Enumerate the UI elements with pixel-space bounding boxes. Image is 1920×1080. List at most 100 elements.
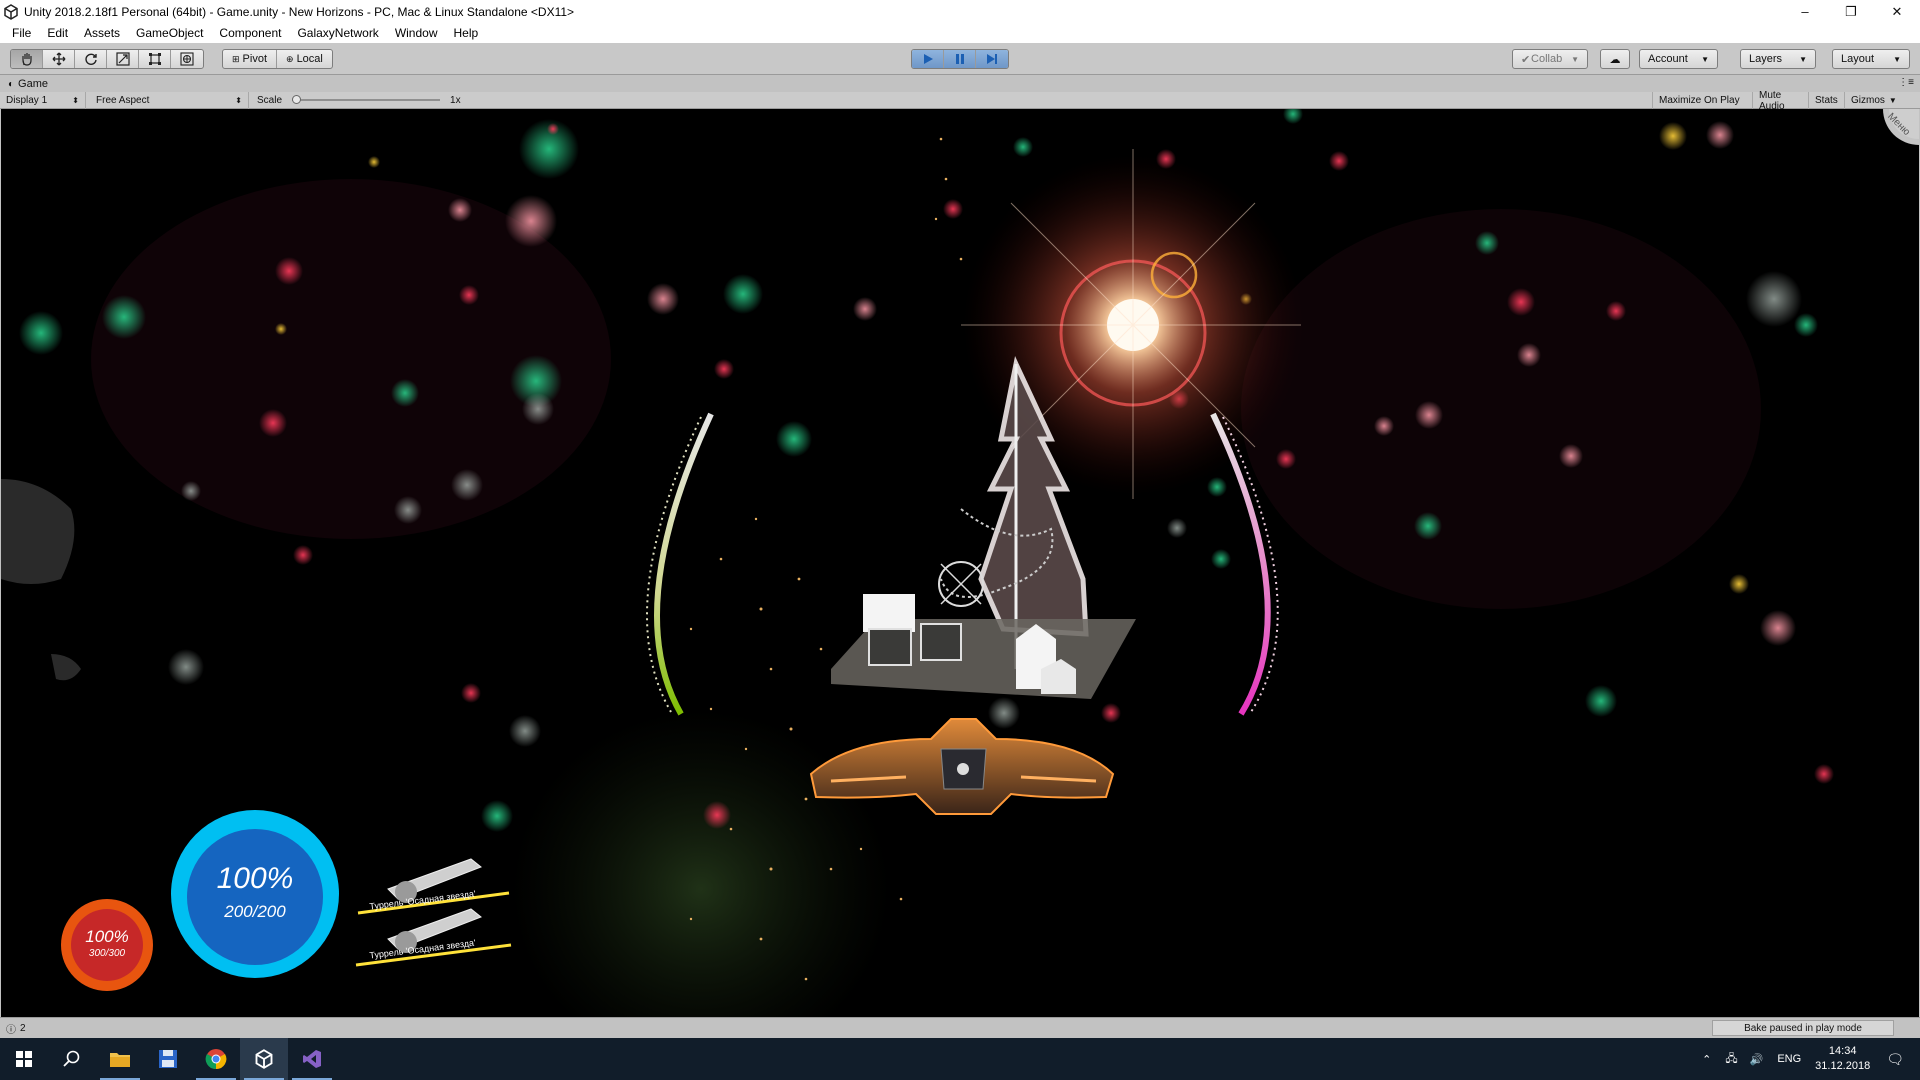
transform-tools	[10, 49, 204, 69]
taskbar-file-explorer[interactable]	[96, 1038, 144, 1080]
menu-gameobject[interactable]: GameObject	[128, 26, 211, 40]
cloud-icon: ☁	[1609, 53, 1621, 66]
gizmos-dropdown[interactable]: Gizmos ▼	[1844, 92, 1920, 109]
energy-gauge-left	[654, 412, 714, 716]
move-tool-icon[interactable]	[43, 50, 75, 68]
chevron-updown-icon: ⬍	[235, 95, 242, 105]
shield-value: 200/200	[224, 902, 286, 921]
chrome-icon	[205, 1049, 227, 1070]
game-viewport[interactable]: Меню 100% 200/200 100% 300/300 Туррель '…	[1, 109, 1919, 1017]
transform-tool-icon[interactable]	[171, 50, 203, 68]
pivot-icon: ⊞	[232, 53, 240, 64]
menu-edit[interactable]: Edit	[39, 26, 76, 40]
game-tab-label: Game	[18, 78, 49, 90]
unity-logo-icon	[4, 3, 18, 20]
system-tray: ⌃ 🖧 🔊 ENG 14:34 31.12.2018 🗨	[1702, 1038, 1920, 1080]
console-count: 2	[20, 1022, 26, 1034]
info-icon: ⓘ	[6, 1024, 16, 1036]
menu-component[interactable]: Component	[211, 26, 289, 40]
folder-icon	[110, 1053, 130, 1067]
stats-toggle[interactable]: Stats	[1808, 92, 1844, 109]
taskbar-unity[interactable]	[240, 1038, 288, 1080]
scale-tool-icon[interactable]	[107, 50, 139, 68]
nebula-cloud	[1241, 209, 1761, 609]
menu-file[interactable]: File	[4, 26, 39, 40]
scale-label: Scale	[257, 94, 283, 106]
floppy-disk-icon	[159, 1050, 177, 1068]
playback-controls	[911, 49, 1009, 69]
shield-percent: 100%	[216, 862, 294, 895]
taskbar-chrome[interactable]	[192, 1038, 240, 1080]
layers-dropdown[interactable]: Layers ▼	[1740, 49, 1816, 69]
unity-logo-icon	[255, 1049, 273, 1069]
gizmos-label: Gizmos	[1851, 95, 1885, 106]
menu-galaxynetwork[interactable]: GalaxyNetwork	[289, 26, 386, 40]
play-icon	[923, 54, 933, 64]
pivot-button[interactable]: ⊞ Pivot	[223, 50, 278, 68]
menu-bar: File Edit Assets GameObject Component Ga…	[0, 23, 1920, 43]
layout-dropdown[interactable]: Layout ▼	[1832, 49, 1910, 69]
chevron-down-icon: ▼	[1893, 54, 1901, 64]
taskbar-visual-studio[interactable]	[288, 1038, 336, 1080]
scale-slider[interactable]	[292, 95, 441, 104]
tray-overflow-icon[interactable]: ⌃	[1702, 1053, 1711, 1066]
display-label: Display 1	[6, 94, 48, 106]
chevron-down-icon: ▼	[1888, 96, 1897, 105]
taskbar-save-app[interactable]	[144, 1038, 192, 1080]
volume-icon[interactable]: 🔊	[1750, 1053, 1764, 1066]
pause-icon	[955, 54, 964, 64]
layers-label: Layers	[1749, 53, 1783, 65]
network-icon[interactable]: 🖧	[1725, 1050, 1737, 1069]
start-button[interactable]	[0, 1038, 48, 1080]
language-indicator[interactable]: ENG	[1777, 1053, 1801, 1065]
mute-audio-toggle[interactable]: Mute Audio	[1752, 90, 1808, 112]
display-dropdown[interactable]: Display 1 ⬍	[0, 91, 86, 109]
stats-label: Stats	[1815, 95, 1838, 106]
scale-slider-thumb[interactable]	[292, 95, 302, 104]
hull-percent: 100%	[85, 927, 129, 946]
status-bar: ⓘ 2 Bake paused in play mode	[0, 1017, 1920, 1038]
clock-time: 14:34	[1828, 1045, 1857, 1057]
menu-assets[interactable]: Assets	[76, 26, 128, 40]
hand-tool-icon[interactable]	[11, 50, 43, 68]
local-label: Local	[296, 53, 323, 65]
local-icon: ⊕	[286, 53, 294, 64]
step-button[interactable]	[976, 50, 1008, 68]
bake-status: Bake paused in play mode	[1712, 1020, 1894, 1036]
account-dropdown[interactable]: Account ▼	[1639, 49, 1718, 69]
cloud-button[interactable]: ☁	[1600, 49, 1630, 69]
aspect-label: Free Aspect	[96, 94, 150, 106]
pivot-label: Pivot	[242, 53, 268, 65]
menu-window[interactable]: Window	[387, 26, 446, 40]
game-view-options: Display 1 ⬍ Free Aspect ⬍ Scale 1x Maxim…	[0, 90, 1920, 112]
hull-value: 300/300	[88, 948, 126, 959]
account-label: Account	[1648, 53, 1688, 65]
windows-taskbar: ⌃ 🖧 🔊 ENG 14:34 31.12.2018 🗨	[0, 1038, 1920, 1080]
visual-studio-icon	[303, 1050, 321, 1068]
game-tab[interactable]: ◐ Game ⋮≡	[0, 76, 1920, 92]
pause-button[interactable]	[944, 50, 976, 68]
rotate-tool-icon[interactable]	[75, 50, 107, 68]
game-tab-icon: ◐	[8, 78, 15, 90]
tab-menu-icon[interactable]: ⋮≡	[1898, 77, 1914, 88]
rect-tool-icon[interactable]	[139, 50, 171, 68]
maximize-on-play-toggle[interactable]: Maximize On Play	[1652, 92, 1752, 109]
menu-help[interactable]: Help	[446, 26, 487, 40]
title-bar: Unity 2018.2.18f1 Personal (64bit) - Gam…	[0, 0, 1920, 23]
close-button[interactable]: ✕	[1874, 0, 1920, 23]
chevron-down-icon: ▼	[1799, 54, 1807, 64]
local-button[interactable]: ⊕ Local	[277, 50, 332, 68]
restore-button[interactable]: ❐	[1828, 0, 1874, 23]
aspect-dropdown[interactable]: Free Aspect ⬍	[86, 91, 249, 109]
layout-label: Layout	[1841, 53, 1875, 65]
notifications-icon[interactable]: 🗨	[1886, 1051, 1904, 1068]
play-button[interactable]	[912, 50, 944, 68]
clock-date: 31.12.2018	[1815, 1060, 1871, 1072]
collab-label: Collab	[1531, 53, 1563, 65]
step-icon	[987, 54, 997, 64]
maximize-label: Maximize On Play	[1659, 95, 1740, 106]
collab-button[interactable]: ✔ Collab ▼	[1512, 49, 1588, 69]
search-button[interactable]	[48, 1038, 96, 1080]
minimize-button[interactable]: –	[1782, 0, 1828, 23]
clock[interactable]: 14:34 31.12.2018	[1815, 1044, 1870, 1074]
